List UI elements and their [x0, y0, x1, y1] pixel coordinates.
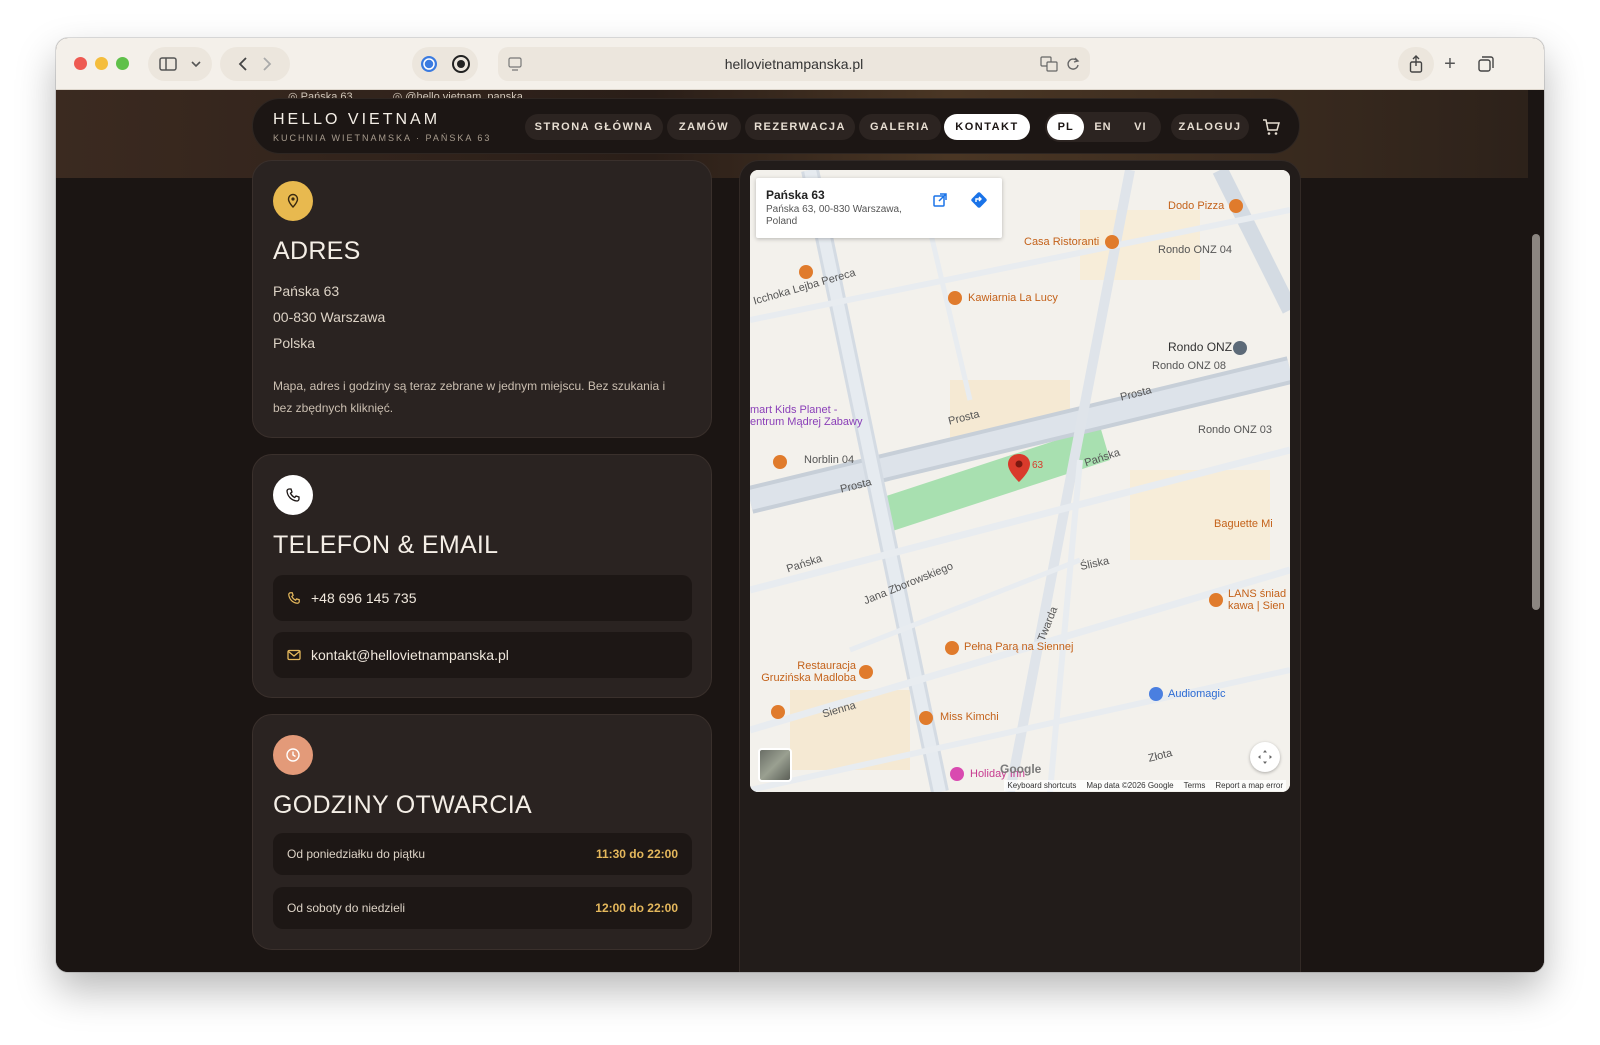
- map-label: Norblin 04: [804, 454, 855, 466]
- lang-pl[interactable]: PL: [1047, 114, 1085, 140]
- share-icon: [1409, 55, 1423, 73]
- address-card: ADRES Pańska 63 00-830 Warszawa Polska M…: [252, 160, 712, 438]
- mail-icon: [287, 649, 301, 661]
- scrollbar[interactable]: [1528, 90, 1544, 972]
- terms-link[interactable]: Terms: [1184, 781, 1206, 790]
- hours-title: GODZINY OTWARCIA: [273, 791, 532, 819]
- address-country: Polska: [273, 335, 316, 351]
- map-label: Rondo ONZ: [1168, 340, 1233, 354]
- map-label: Rondo ONZ 08: [1152, 360, 1226, 372]
- tab-overview-button[interactable]: [1468, 47, 1504, 81]
- plus-icon: +: [1444, 53, 1456, 75]
- map-info-title: Pańska 63: [766, 188, 825, 202]
- history-nav: [220, 47, 290, 81]
- reload-icon[interactable]: [1066, 56, 1080, 72]
- back-arrow-icon[interactable]: [238, 56, 248, 72]
- hours-row-weekend: Od soboty do niedzieli 12:00 do 22:00: [273, 887, 692, 929]
- browser-toolbar: hellovietnampanska.pl +: [56, 38, 1544, 90]
- compass-extension-icon[interactable]: [420, 55, 438, 73]
- address-bar[interactable]: hellovietnampanska.pl: [498, 47, 1090, 81]
- address-note: Mapa, adres i godziny są teraz zebrane w…: [273, 379, 666, 415]
- map-label[interactable]: mart Kids Planet - entrum Mądrej Zabawy: [750, 404, 870, 428]
- share-button[interactable]: [1398, 47, 1434, 81]
- phone-number: +48 696 145 735: [311, 590, 417, 606]
- main-navbar: HELLO VIETNAM KUCHNIA WIETNAMSKA · PAŃSK…: [252, 98, 1300, 154]
- map-label[interactable]: Pełną Parą na Siennej: [964, 641, 1073, 653]
- nav-home[interactable]: STRONA GŁÓWNA: [525, 114, 663, 140]
- tabs-overview-icon: [1478, 56, 1494, 72]
- map-fullscreen-button[interactable]: [1250, 742, 1280, 772]
- browser-window: hellovietnampanska.pl + ◎ Pańska 63 ◎ @h…: [56, 38, 1544, 972]
- map-label: Rondo ONZ 04: [1158, 244, 1232, 256]
- login-button[interactable]: ZALOGUJ: [1171, 114, 1249, 140]
- email-address: kontakt@hellovietnampanska.pl: [311, 647, 509, 663]
- map-label[interactable]: Restauracja Gruzińska Madloba: [756, 660, 856, 684]
- phone-icon: [273, 475, 313, 515]
- lang-vi[interactable]: VI: [1122, 114, 1159, 140]
- map-label[interactable]: Miss Kimchi: [940, 711, 999, 723]
- map-label: Rondo ONZ 03: [1198, 424, 1272, 436]
- extensions-pill: [412, 47, 478, 81]
- phone-row[interactable]: +48 696 145 735: [273, 575, 692, 621]
- map-info-address: Pańska 63, 00-830 Warszawa, Poland: [766, 204, 902, 227]
- brand-logo[interactable]: HELLO VIETNAM KUCHNIA WIETNAMSKA · PAŃSK…: [273, 111, 491, 143]
- new-tab-button[interactable]: +: [1432, 47, 1468, 81]
- cart-icon[interactable]: [1261, 117, 1281, 137]
- chevron-down-icon: [191, 61, 201, 68]
- map-label[interactable]: Audiomagic: [1168, 688, 1225, 700]
- fullscreen-icon: [1258, 750, 1272, 764]
- lang-en[interactable]: EN: [1084, 114, 1121, 140]
- zoom-window-button[interactable]: [116, 57, 129, 70]
- record-extension-icon[interactable]: [452, 55, 470, 73]
- brand-subtitle: KUCHNIA WIETNAMSKA · PAŃSKA 63: [273, 133, 492, 143]
- hours-time: 12:00 do 22:00: [595, 901, 678, 915]
- clock-icon: [273, 735, 313, 775]
- address-title: ADRES: [273, 237, 361, 265]
- phone-small-icon: [288, 592, 300, 604]
- report-error-link[interactable]: Report a map error: [1215, 781, 1283, 790]
- map-info-window: Pańska 63 Pańska 63, 00-830 Warszawa, Po…: [756, 178, 1002, 238]
- hours-card: GODZINY OTWARCIA Od poniedziałku do piąt…: [252, 714, 712, 950]
- nav-reservation[interactable]: REZERWACJA: [745, 114, 855, 140]
- minimize-window-button[interactable]: [95, 57, 108, 70]
- map-data-text: Map data ©2026 Google: [1086, 781, 1174, 790]
- hours-label: Od soboty do niedzieli: [287, 901, 406, 915]
- email-row[interactable]: kontakt@hellovietnampanska.pl: [273, 632, 692, 678]
- brand-title: HELLO VIETNAM: [273, 111, 441, 128]
- map-label[interactable]: LANS śniad kawa | Sien: [1228, 588, 1288, 612]
- hours-label: Od poniedziałku do piątku: [287, 847, 426, 861]
- address-street: Pańska 63: [273, 283, 340, 299]
- open-external-icon[interactable]: [932, 192, 948, 208]
- close-window-button[interactable]: [74, 57, 87, 70]
- sidebar-toggle-button[interactable]: [148, 47, 212, 81]
- map-pin-label: 63: [1032, 460, 1044, 471]
- map-label[interactable]: Kawiarnia La Lucy: [968, 292, 1058, 304]
- nav-gallery[interactable]: GALERIA: [859, 114, 941, 140]
- hours-row-weekdays: Od poniedziałku do piątku 11:30 do 22:00: [273, 833, 692, 875]
- sidebar-icon: [159, 57, 177, 71]
- web-page: ◎ Pańska 63 ◎ @hello.vietnam_panska HELL…: [56, 90, 1544, 972]
- google-logo: Google: [1000, 762, 1042, 776]
- google-map[interactable]: Pańska 63 Pańska 63, 00-830 Warszawa, Po…: [750, 170, 1290, 792]
- forward-arrow-icon[interactable]: [262, 56, 272, 72]
- directions-icon[interactable]: [970, 191, 988, 209]
- url-text: hellovietnampanska.pl: [724, 56, 864, 72]
- map-footer: Keyboard shortcuts Map data ©2026 Google…: [1004, 780, 1286, 791]
- nav-order[interactable]: ZAMÓW: [667, 114, 741, 140]
- location-pin-icon: [273, 181, 313, 221]
- map-label[interactable]: Dodo Pizza: [1168, 200, 1224, 212]
- keyboard-shortcuts-link[interactable]: Keyboard shortcuts: [1007, 781, 1076, 790]
- language-switcher: PL EN VI: [1045, 112, 1161, 142]
- map-label[interactable]: Casa Ristoranti: [1024, 236, 1099, 248]
- nav-contact[interactable]: KONTAKT: [944, 114, 1030, 140]
- hours-time: 11:30 do 22:00: [595, 847, 678, 861]
- contact-card: TELEFON & EMAIL +48 696 145 735 kontakt@…: [252, 454, 712, 698]
- map-label[interactable]: Baguette Mi: [1214, 518, 1273, 530]
- satellite-toggle[interactable]: [758, 748, 792, 782]
- address-city: 00-830 Warszawa: [273, 309, 386, 325]
- scrollbar-thumb[interactable]: [1532, 234, 1540, 610]
- contact-title: TELEFON & EMAIL: [273, 531, 499, 559]
- translate-icon[interactable]: [1040, 56, 1058, 72]
